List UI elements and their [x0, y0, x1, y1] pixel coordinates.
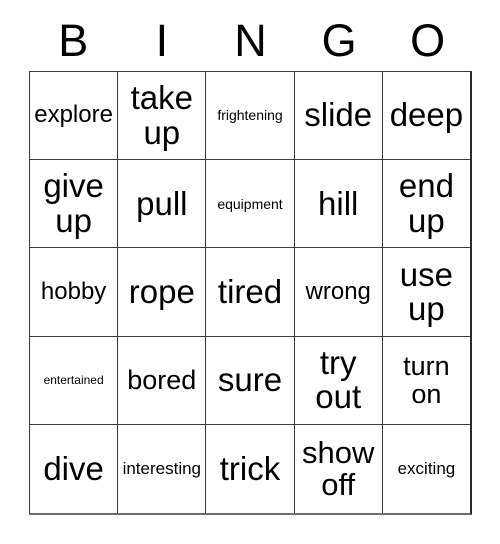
bingo-cell-label: interesting — [122, 459, 202, 479]
bingo-row: entertained bored sure try out turn on — [30, 336, 471, 425]
bingo-cell-b3[interactable]: hobby — [30, 248, 119, 337]
bingo-cell-label: use up — [399, 255, 454, 327]
bingo-cell-i5[interactable]: interesting — [118, 424, 207, 514]
bingo-row: give up pull equipment hill end up — [30, 160, 471, 249]
bingo-cell-o4[interactable]: turn on — [382, 336, 471, 425]
bingo-header-letter-b: B — [58, 14, 89, 66]
bingo-cell-n5[interactable]: trick — [206, 424, 295, 514]
bingo-cell-label: hobby — [40, 277, 107, 305]
bingo-cell-label: exciting — [397, 459, 456, 479]
bingo-cell-label: frightening — [217, 107, 283, 124]
bingo-cell-label: rope — [128, 272, 195, 310]
bingo-cell-i1[interactable]: take up — [118, 72, 207, 161]
bingo-cell-b5[interactable]: dive — [30, 424, 119, 514]
bingo-cell-b4[interactable]: entertained — [30, 336, 119, 425]
bingo-cell-g3[interactable]: wrong — [294, 248, 383, 337]
bingo-cell-label: give up — [43, 167, 104, 239]
bingo-cell-label: explore — [34, 101, 113, 129]
bingo-cell-o5[interactable]: exciting — [382, 424, 471, 514]
bingo-header-letter-o: O — [410, 14, 446, 66]
bingo-cell-label: hill — [318, 184, 359, 222]
bingo-cell-label: bored — [127, 365, 197, 396]
bingo-cell-b1[interactable]: explore — [30, 72, 119, 161]
bingo-grid: explore take up frightening slide deep give u… — [29, 71, 472, 515]
bingo-cell-label: equipment — [217, 195, 283, 212]
bingo-cell-g2[interactable]: hill — [294, 160, 383, 249]
bingo-cell-label: take up — [130, 79, 193, 151]
bingo-cell-label: end up — [398, 167, 454, 239]
bingo-cell-g4[interactable]: try out — [294, 336, 383, 425]
bingo-row: dive interesting trick show off exciting — [30, 424, 471, 514]
bingo-cell-label: trick — [219, 449, 281, 487]
bingo-cell-i2[interactable]: pull — [118, 160, 207, 249]
bingo-cell-n2[interactable]: equipment — [206, 160, 295, 249]
bingo-cell-label: deep — [389, 96, 464, 134]
bingo-cell-label: pull — [136, 184, 188, 222]
bingo-cell-label: entertained — [43, 372, 104, 387]
bingo-cell-label: dive — [43, 449, 104, 487]
bingo-cell-n4[interactable]: sure — [206, 336, 295, 425]
bingo-cell-label: slide — [304, 96, 373, 134]
bingo-cell-label: turn on — [403, 351, 450, 410]
bingo-cell-n3[interactable]: tired — [206, 248, 295, 337]
bingo-cell-label: show off — [302, 434, 375, 502]
bingo-cell-o2[interactable]: end up — [382, 160, 471, 249]
bingo-cell-i3[interactable]: rope — [118, 248, 207, 337]
bingo-row: hobby rope tired wrong use up — [30, 248, 471, 337]
bingo-cell-b2[interactable]: give up — [30, 160, 119, 249]
bingo-cell-label: wrong — [305, 277, 371, 305]
bingo-cell-label: try out — [315, 343, 362, 416]
bingo-header-letter-n: N — [234, 14, 267, 66]
bingo-row: explore take up frightening slide deep — [30, 72, 471, 161]
bingo-header-letter-g: G — [321, 14, 357, 66]
bingo-cell-g1[interactable]: slide — [294, 72, 383, 161]
bingo-header-letter-i: I — [155, 14, 169, 66]
bingo-cell-i4[interactable]: bored — [118, 336, 207, 425]
bingo-cell-label: tired — [217, 272, 283, 310]
bingo-card: B I N G O explore take up frightening slide deep… — [0, 0, 500, 544]
bingo-cell-o1[interactable]: deep — [382, 72, 471, 161]
bingo-header-row: BINGO — [29, 14, 472, 66]
bingo-cell-o3[interactable]: use up — [382, 248, 471, 337]
bingo-cell-label: sure — [217, 361, 283, 399]
bingo-cell-n1[interactable]: frightening — [206, 72, 295, 161]
bingo-cell-g5[interactable]: show off — [294, 424, 383, 514]
